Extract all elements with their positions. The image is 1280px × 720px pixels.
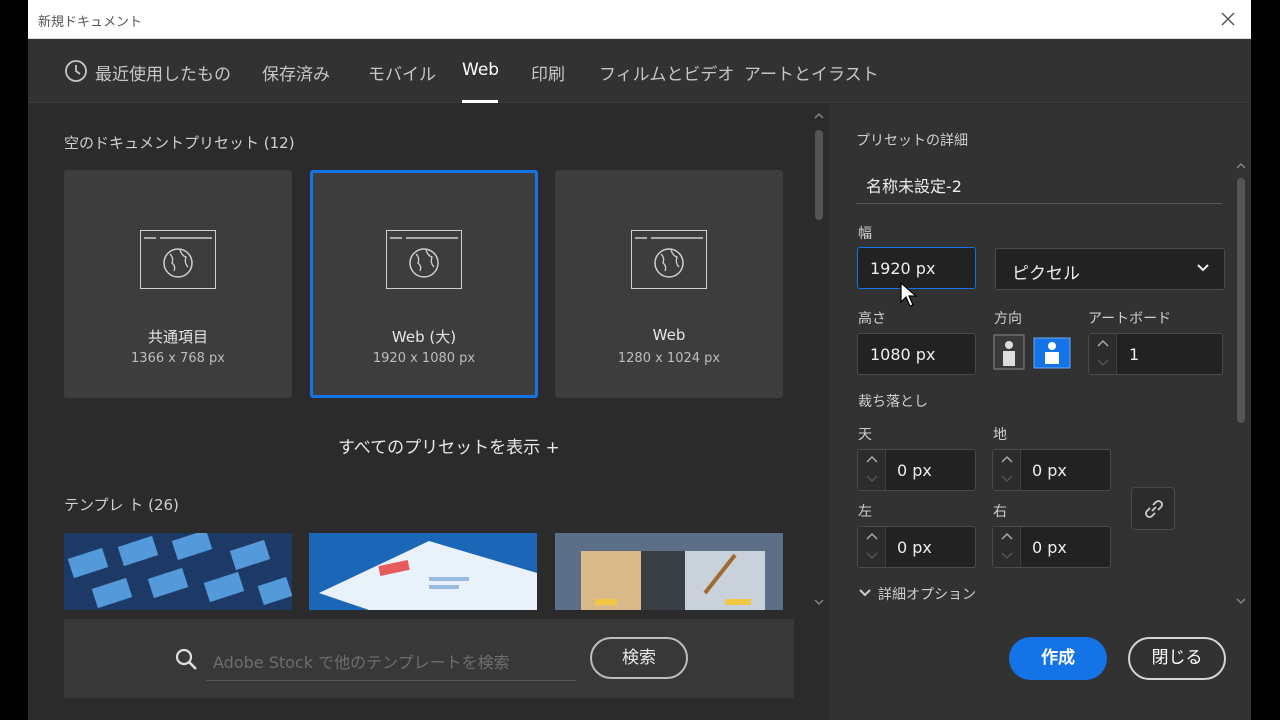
presets-scrollbar[interactable] [812,110,826,710]
landscape-icon [1033,337,1071,369]
tab-art-illustration[interactable]: アートとイラスト [744,60,879,85]
unit-value: ピクセル [1012,264,1080,284]
bleed-right-stepper: 0 px [992,526,1111,568]
height-label: 高さ [858,311,886,327]
bleed-bottom-value[interactable]: 0 px [1032,461,1067,480]
increment-icon[interactable] [1097,339,1109,347]
artboard-stepper: 1 [1088,333,1223,375]
close-button[interactable]: 閉じる [1128,637,1226,680]
link-bleed-button[interactable] [1131,487,1175,530]
preset-card-selected[interactable]: Web (大) 1920 x 1080 px [310,170,538,398]
increment-icon[interactable] [866,532,878,540]
preset-name: 共通項目 [147,328,208,346]
preset-name: Web (大) [391,328,457,346]
decrement-icon[interactable] [866,475,878,483]
decrement-icon[interactable] [1001,552,1013,560]
bleed-label: 裁ち落とし [858,394,928,410]
name-underline [856,203,1222,204]
preset-details-panel: プリセットの詳細 名称未設定-2 幅 1920 px ピクセル 高さ 1080 … [830,104,1251,720]
chevron-down-icon [1197,264,1209,272]
bleed-left-label: 左 [858,504,872,520]
clock-icon [65,60,87,82]
scrollbar-thumb[interactable] [1237,178,1245,423]
stock-search-bar: Adobe Stock で他のテンプレートを検索 検索 [64,619,794,698]
bleed-left-stepper: 0 px [857,526,976,568]
bleed-right-value[interactable]: 0 px [1032,538,1067,557]
tab-saved[interactable]: 保存済み [262,60,330,85]
title-bar: 新規ドキュメント [28,0,1251,39]
decrement-icon[interactable] [1001,475,1013,483]
preset-name: Web [652,326,686,344]
unit-select[interactable]: ピクセル [995,248,1225,290]
preset-dimensions: 1366 x 768 px [131,351,225,366]
scroll-down-icon[interactable] [1236,597,1246,605]
bleed-top-label: 天 [858,427,872,443]
bleed-right-label: 右 [993,504,1007,520]
web-document-icon [386,230,462,289]
bleed-top-stepper: 0 px [857,449,976,491]
decrement-icon[interactable] [866,552,878,560]
document-name-field[interactable]: 名称未設定-2 [866,173,962,197]
increment-icon[interactable] [866,455,878,463]
height-input[interactable]: 1080 px [857,333,976,375]
template-thumbnail[interactable] [309,533,537,610]
bleed-top-value[interactable]: 0 px [897,461,932,480]
increment-icon[interactable] [1001,455,1013,463]
link-icon [1145,500,1163,518]
presets-title: 空のドキュメントプリセット (12) [64,134,295,152]
tab-film-video[interactable]: フィルムとビデオ [599,60,734,85]
mouse-cursor-icon [900,282,918,307]
stock-search-input[interactable]: Adobe Stock で他のテンプレートを検索 [206,643,576,681]
template-thumbnail[interactable] [555,533,783,610]
decrement-icon[interactable] [1097,359,1109,367]
tab-print[interactable]: 印刷 [531,60,565,85]
create-button[interactable]: 作成 [1009,637,1107,680]
artboard-value[interactable]: 1 [1129,345,1139,364]
close-icon[interactable] [1219,10,1237,28]
scroll-up-icon[interactable] [814,112,824,120]
active-tab-indicator [462,100,498,103]
preset-dimensions: 1920 x 1080 px [372,351,476,366]
show-all-presets-link[interactable]: すべてのプリセットを表示 + [338,433,560,458]
bleed-bottom-label: 地 [993,427,1007,443]
width-label: 幅 [858,226,872,242]
bleed-bottom-stepper: 0 px [992,449,1111,491]
search-button[interactable]: 検索 [590,637,688,679]
increment-icon[interactable] [1001,532,1013,540]
tab-mobile[interactable]: モバイル [368,60,436,85]
chevron-down-icon [859,589,871,597]
new-document-dialog: 新規ドキュメント 最近使用したもの 保存済み モバイル Web 印刷 フィルムと… [28,0,1251,720]
artboard-label: アートボード [1088,311,1172,327]
template-thumbnail[interactable] [64,533,292,610]
advanced-options-label: 詳細オプション [878,587,976,603]
scrollbar-thumb[interactable] [815,130,823,220]
presets-panel: 空のドキュメントプリセット (12) 共通項目 1366 x 768 px We… [28,104,830,720]
bleed-left-value[interactable]: 0 px [897,538,932,557]
details-title: プリセットの詳細 [856,133,968,149]
details-scrollbar[interactable] [1234,160,1248,610]
window-title: 新規ドキュメント [38,15,143,30]
orientation-label: 方向 [994,311,1022,327]
tab-recent[interactable]: 最近使用したもの [95,60,231,85]
portrait-icon [993,334,1025,370]
preset-card[interactable]: Web 1280 x 1024 px [555,170,783,398]
preset-card[interactable]: 共通項目 1366 x 768 px [64,170,292,398]
portrait-orientation-button[interactable] [993,334,1025,370]
web-document-icon [140,230,216,289]
search-icon [175,648,197,670]
templates-title: テンプレ ト (26) [64,496,179,514]
landscape-orientation-button[interactable] [1033,334,1071,370]
preset-dimensions: 1280 x 1024 px [617,351,721,366]
category-tabs: 最近使用したもの 保存済み モバイル Web 印刷 フィルムとビデオ アートとイ… [28,39,1251,103]
scroll-down-icon[interactable] [814,598,824,606]
tab-web[interactable]: Web [462,60,499,80]
web-document-icon [631,230,707,289]
scroll-up-icon[interactable] [1236,162,1246,170]
